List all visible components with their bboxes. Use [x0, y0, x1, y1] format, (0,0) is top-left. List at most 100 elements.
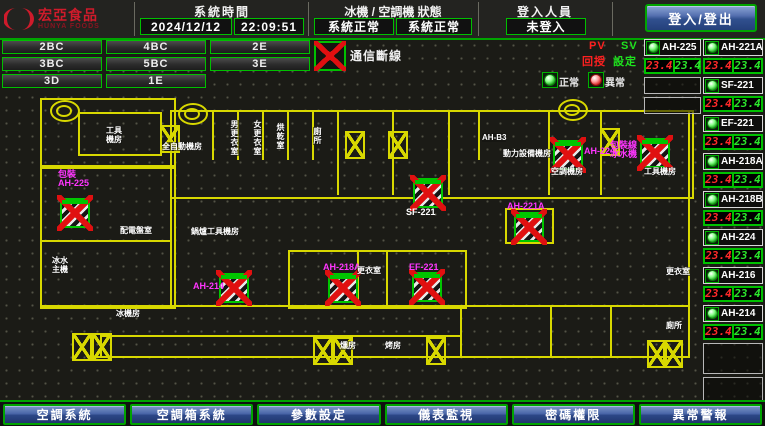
ahu-status-value: 系統正常 [396, 18, 472, 35]
pv-value: 23.4 [705, 174, 734, 186]
wall-segment [386, 250, 388, 305]
lamp-glyph [707, 118, 718, 129]
floor-button-3D[interactable]: 3D [2, 74, 102, 88]
device-values-AH-218A: 23.423.4 [703, 172, 763, 188]
device-values-AH-225: 23.423.4 [644, 58, 701, 74]
device-row-AH-218B: AH-218B [703, 191, 763, 208]
ahu-device-icon[interactable] [60, 198, 90, 228]
wall-segment [262, 110, 264, 160]
comm-loss-x-icon [409, 269, 445, 305]
pv-value: 23.4 [705, 326, 734, 338]
abnormal-lamp-icon [588, 72, 604, 88]
device-values-AH-214: 23.423.4 [703, 324, 763, 340]
room-label: 鍋爐工具機房 [191, 227, 239, 236]
menu-button-參數設定[interactable]: 參數設定 [257, 404, 380, 425]
room-label: 冰水 主機 [52, 256, 68, 274]
sv-value: 23.4 [734, 60, 761, 72]
menu-button-空調系統[interactable]: 空調系統 [3, 404, 126, 425]
wall-segment [287, 110, 289, 160]
floor-button-2E[interactable]: 2E [210, 40, 310, 54]
floor-button-5BC[interactable]: 5BC [106, 57, 206, 71]
lamp-glyph [707, 42, 718, 53]
device-panel-right-column: AH-221A23.423.4SF-22123.423.4EF-22123.42… [703, 39, 763, 411]
brand-text: 宏亞食品 HUNYA FOODS [38, 8, 100, 30]
ahu-device-icon[interactable] [553, 140, 583, 170]
device-map-label: AH-221A [507, 202, 545, 211]
device-map-label: 包裝線 冰水機 [610, 141, 637, 159]
brand-name: 宏亞食品 [38, 8, 100, 23]
menu-button-異常警報[interactable]: 異常警報 [639, 404, 762, 425]
status-lamp-icon [705, 79, 719, 93]
lamp-glyph [648, 42, 659, 53]
room-label: 工具 機房 [106, 126, 122, 144]
sv-sub-label: 設定 [613, 53, 637, 69]
comm-loss-x-icon [410, 175, 446, 211]
room-label: 冰機房 [116, 309, 140, 318]
device-name: AH-218A [721, 156, 763, 167]
ahu-device-icon[interactable] [412, 272, 442, 302]
lamp-glyph [707, 308, 718, 319]
ahu-device-icon[interactable] [640, 138, 670, 168]
room-label: 燻房 [340, 341, 356, 350]
bottom-menu: 空調系統空調箱系統參數設定儀表監視密碼權限異常警報 [0, 400, 765, 426]
room-label: AH-B3 [482, 133, 506, 142]
wall-segment [688, 110, 690, 358]
floor-button-1E[interactable]: 1E [106, 74, 206, 88]
sv-value: 23.4 [734, 174, 761, 186]
header-divider [308, 2, 309, 36]
sv-value: 23.4 [734, 288, 761, 300]
menu-button-密碼權限[interactable]: 密碼權限 [512, 404, 635, 425]
room-label: 烤房 [385, 341, 401, 350]
ahu-device-icon[interactable] [514, 212, 544, 242]
sv-value: 23.4 [734, 98, 761, 110]
device-name: AH-224 [721, 232, 755, 243]
brand-logo-icon [4, 4, 34, 34]
ahu-device-icon[interactable] [328, 273, 358, 303]
login-logout-button[interactable]: 登入/登出 [645, 4, 757, 32]
lamp-glyph [707, 194, 718, 205]
floor-button-grid: 2BC 4BC 2E 3BC 5BC 3E 3D 1E [2, 40, 314, 88]
device-row-SF-221: SF-221 [703, 77, 763, 94]
comm-loss-x-icon [511, 209, 547, 245]
hmi-screen: 包裝 AH-225SF-221AH-224包裝線 冰水機AH-221AAH-21… [0, 0, 765, 426]
room-label: 廁所 [313, 127, 322, 145]
pv-value: 23.4 [705, 250, 734, 262]
system-date-value: 2024/12/12 [140, 18, 232, 35]
wall-segment [40, 240, 172, 242]
spiral-icon [50, 100, 80, 122]
lamp-glyph [707, 156, 718, 167]
stair-icon [72, 333, 92, 361]
pv-value: 23.4 [646, 60, 675, 72]
wall-segment [478, 110, 480, 160]
device-row-AH-221A: AH-221A [703, 39, 763, 56]
status-lamp-icon [705, 117, 719, 131]
status-lamp-icon [705, 307, 719, 321]
device-map-label: EF-221 [409, 263, 439, 272]
ahu-device-icon[interactable] [413, 178, 443, 208]
comm-loss-label: 通信斷線 [350, 47, 402, 64]
room-label: 女更衣室 [253, 120, 262, 156]
floor-button-4BC[interactable]: 4BC [106, 40, 206, 54]
menu-button-儀表監視[interactable]: 儀表監視 [385, 404, 508, 425]
floor-button-3BC[interactable]: 3BC [2, 57, 102, 71]
comm-loss-x-icon [637, 135, 673, 171]
floor-button-2BC[interactable]: 2BC [2, 40, 102, 54]
room-label: 全自動機房 [162, 142, 202, 151]
menu-button-空調箱系統[interactable]: 空調箱系統 [130, 404, 253, 425]
room-label: 廁所 [666, 321, 682, 330]
sv-value: 23.4 [675, 60, 702, 72]
device-name: AH-221A [721, 42, 763, 53]
device-panel-left-column: AH-225 23.423.4 [644, 39, 701, 117]
pv-label: PV [589, 40, 606, 52]
device-name: AH-216 [721, 270, 755, 281]
device-map-label: AH-218A [323, 263, 361, 272]
device-name: AH-225 [662, 42, 696, 53]
comm-loss-x-icon [57, 195, 93, 231]
floor-button-3E[interactable]: 3E [210, 57, 310, 71]
room-label: 男更衣室 [230, 120, 239, 156]
sv-value: 23.4 [734, 326, 761, 338]
device-values-AH-216: 23.423.4 [703, 286, 763, 302]
sv-value: 23.4 [734, 136, 761, 148]
header-divider [612, 2, 613, 36]
pv-value: 23.4 [705, 288, 734, 300]
